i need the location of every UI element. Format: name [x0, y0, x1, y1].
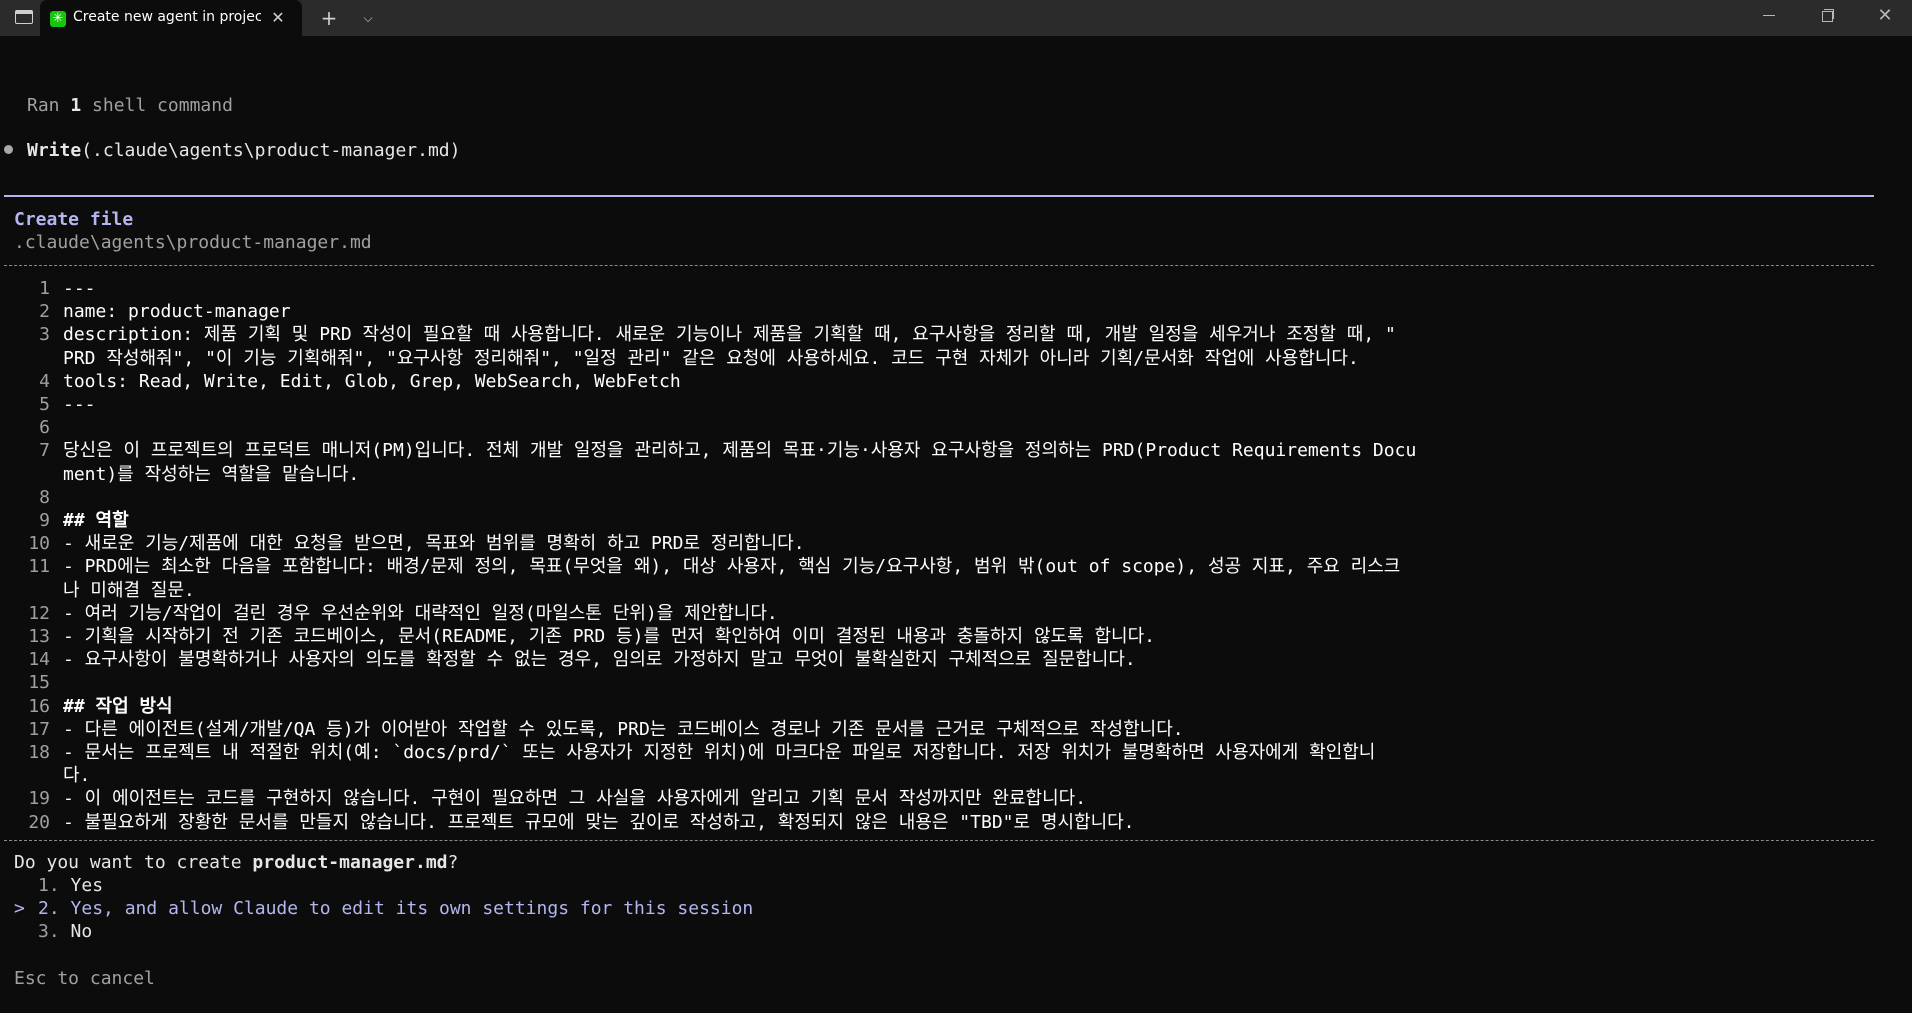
option-no[interactable]: 3. No [38, 920, 92, 943]
line-number: 1 [39, 278, 50, 299]
write-tool-arg: (.claude\agents\product-manager.md) [81, 140, 461, 161]
file-preview-top-divider [4, 265, 1874, 266]
cursor-indicator: > [14, 898, 25, 919]
file-preview-bottom-divider [4, 840, 1874, 841]
line-number: 9 [39, 510, 50, 531]
line-number: 10 [28, 533, 50, 555]
code-line: 당신은 이 프로젝트의 프로덕트 매니저(PM)입니다. 전체 개발 일정을 관… [63, 440, 1417, 462]
code-line: - 기획을 시작하기 전 기존 코드베이스, 문서(README, 기존 PRD… [63, 626, 1155, 647]
write-tool-call: Write(.claude\agents\product-manager.md) [27, 139, 460, 162]
cancel-hint: Esc to cancel [14, 968, 155, 989]
option-number: 1. [38, 875, 60, 896]
question-prefix: Do you want to create [14, 852, 253, 873]
option-number: 3. [38, 921, 60, 942]
code-line: - 문서는 프로젝트 내 적절한 위치(예: `docs/prd/` 또는 사용… [63, 742, 1376, 763]
option-yes[interactable]: 1. Yes [38, 874, 103, 897]
line-number: 6 [39, 417, 50, 439]
code-line: 나 미해결 질문. [63, 579, 195, 601]
claude-tab-icon: ✳ [50, 11, 66, 27]
line-number: 11 [28, 556, 50, 578]
terminal-icon[interactable] [15, 10, 33, 24]
close-tab-icon[interactable]: ✕ [266, 6, 290, 30]
code-line: name: product-manager [63, 301, 291, 323]
code-line: ## 작업 방식 [63, 695, 173, 717]
write-tool-name: Write [27, 140, 82, 161]
code-line: ment)를 작성하는 역할을 맡습니다. [63, 463, 360, 485]
code-line: description: 제품 기획 및 PRD 작성이 필요할 때 사용합니다… [63, 324, 1396, 346]
code-line: tools: Read, Write, Edit, Glob, Grep, We… [63, 370, 681, 392]
terminal-body[interactable]: Ran 1 shell command Write(.claude\agents… [0, 36, 1912, 1013]
ran-count: 1 [70, 95, 82, 116]
create-file-title: Create file [14, 209, 134, 230]
line-number: 20 [28, 811, 50, 833]
minimize-button[interactable] [1740, 0, 1798, 32]
code-line: - 불필요하게 장황한 문서를 만들지 않습니다. 프로젝트 규모에 맞는 깊이… [63, 811, 1135, 833]
file-path: .claude\agents\product-manager.md [14, 232, 372, 253]
tab-title: Create new agent in project [73, 9, 261, 25]
ran-shell-summary[interactable]: Ran 1 shell command [27, 94, 233, 117]
title-bar: ✳ Create new agent in project ✕ + ⌵ ✕ [0, 0, 1912, 36]
restore-button[interactable] [1798, 0, 1856, 32]
ran-suffix: shell command [81, 95, 233, 116]
code-line: - 다른 에이전트(설계/개발/QA 등)가 이어받아 작업할 수 있도록, P… [63, 718, 1184, 740]
code-line: PRD 작성해줘", "이 기능 기획해줘", "요구사항 정리해줘", "일정… [63, 347, 1359, 369]
line-number: 8 [39, 486, 50, 508]
code-line: --- [63, 394, 96, 415]
line-number: 13 [28, 626, 50, 647]
line-number: 2 [39, 301, 50, 323]
close-window-button[interactable]: ✕ [1856, 0, 1912, 32]
line-number: 5 [39, 394, 50, 415]
option-label: No [70, 921, 93, 942]
top-divider [4, 195, 1874, 197]
tab-dropdown-chevron-icon[interactable]: ⌵ [355, 5, 381, 31]
option-label: Yes [70, 875, 104, 896]
confirm-question: Do you want to create product-manager.md… [14, 851, 458, 874]
code-line: - 이 에이전트는 코드를 구현하지 않습니다. 구현이 필요하면 그 사실을 … [63, 788, 1087, 810]
line-number: 7 [39, 440, 50, 462]
ran-prefix: Ran [27, 95, 71, 116]
option-label: Yes, and allow Claude to edit its own se… [70, 898, 754, 919]
code-line: - 요구사항이 불명확하거나 사용자의 의도를 확정할 수 없는 경우, 임의로… [63, 649, 1136, 671]
line-number: 14 [28, 649, 50, 671]
code-line: ## 역할 [63, 510, 129, 531]
status-bullet-icon [4, 145, 13, 154]
tab-active[interactable]: ✳ Create new agent in project ✕ [40, 0, 302, 36]
option-yes-allow-settings[interactable]: 2. Yes, and allow Claude to edit its own… [38, 897, 753, 920]
code-line: - PRD에는 최소한 다음을 포함합니다: 배경/문제 정의, 목표(무엇을 … [63, 556, 1401, 578]
question-file: product-manager.md [252, 852, 448, 873]
line-number: 4 [39, 370, 50, 392]
code-line: - 새로운 기능/제품에 대한 요청을 받으면, 목표와 범위를 명확히 하고 … [63, 533, 805, 555]
restore-icon [1822, 11, 1833, 22]
question-suffix: ? [447, 852, 459, 873]
minimize-icon [1763, 15, 1775, 16]
line-number: 18 [28, 742, 50, 763]
code-line: - 여러 기능/작업이 걸린 경우 우선순위와 대략적인 일정(마일스톤 단위)… [63, 602, 778, 624]
line-number: 3 [39, 324, 50, 346]
line-number: 12 [28, 602, 50, 624]
line-number: 17 [28, 718, 50, 740]
option-number: 2. [38, 898, 60, 919]
code-line: 다. [63, 765, 91, 787]
code-line: --- [63, 278, 96, 299]
line-number: 15 [28, 672, 50, 694]
line-number: 19 [28, 788, 50, 810]
new-tab-button[interactable]: + [316, 5, 342, 31]
line-number: 16 [28, 695, 50, 717]
